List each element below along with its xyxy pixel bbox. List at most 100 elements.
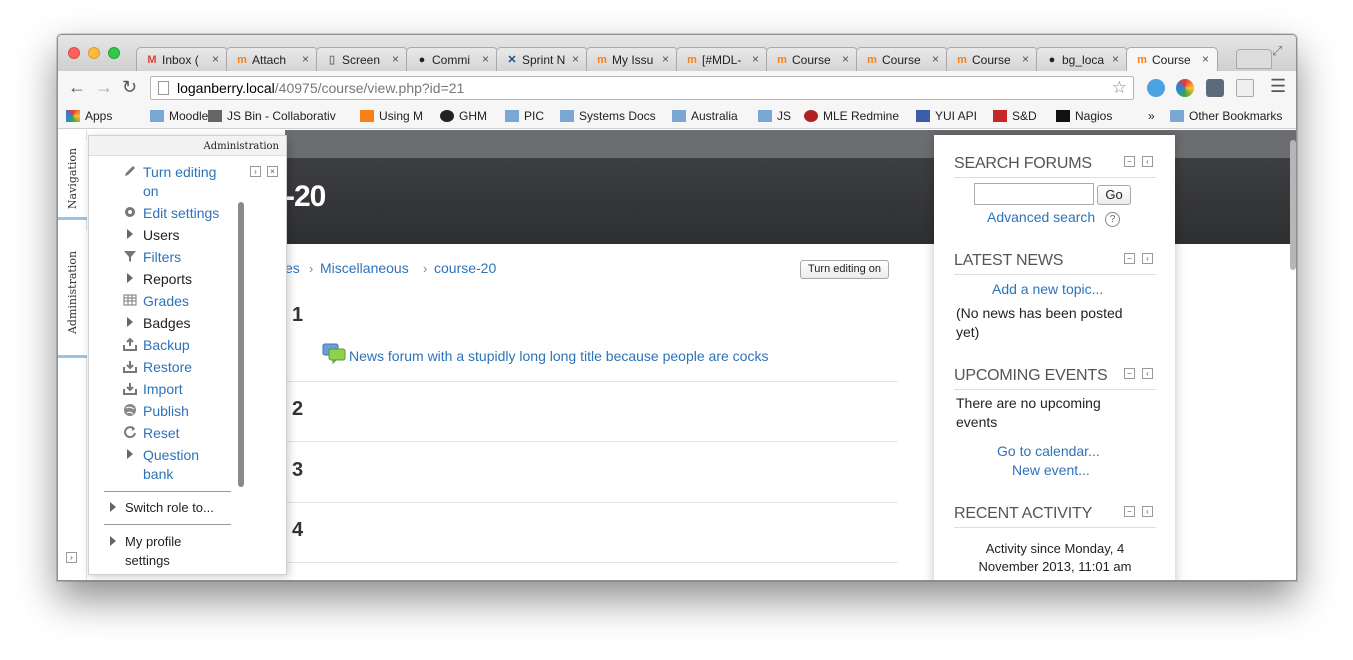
dock-tab-navigation[interactable]: Navigation — [58, 140, 87, 220]
users-node[interactable]: Users — [143, 227, 180, 243]
extension-camera-icon[interactable] — [1206, 79, 1224, 97]
undock-icon[interactable]: › — [250, 166, 261, 177]
go-to-calendar-link[interactable]: Go to calendar... — [997, 443, 1100, 459]
expand-arrow-icon[interactable] — [127, 273, 133, 283]
import-link[interactable]: Import — [143, 381, 183, 397]
breadcrumb-item[interactable]: es — [285, 260, 300, 276]
switch-role-node[interactable]: Switch role to... — [125, 500, 214, 515]
bookmark-star-icon[interactable]: ☆ — [1112, 77, 1127, 99]
browser-tab[interactable]: M Inbox (× — [136, 47, 228, 71]
bookmark-item[interactable]: JS Bin - Collaborativ — [208, 109, 336, 123]
close-tab-icon[interactable]: × — [842, 52, 849, 66]
bookmark-item[interactable]: Systems Docs — [560, 109, 656, 123]
extension-v-icon[interactable] — [1147, 79, 1165, 97]
news-forum-link[interactable]: News forum with a stupidly long long tit… — [349, 348, 768, 364]
browser-tab[interactable]: m My Issu × — [586, 47, 678, 71]
page-scrollbar[interactable] — [1290, 140, 1296, 270]
bookmark-item[interactable]: MLE Redmine — [804, 109, 899, 123]
bookmark-item[interactable]: JS — [758, 109, 791, 123]
grades-link[interactable]: Grades — [143, 293, 189, 309]
minimize-window-icon[interactable] — [88, 47, 100, 59]
reset-link[interactable]: Reset — [143, 425, 180, 441]
hide-block-icon[interactable]: − — [1124, 506, 1135, 517]
close-flyout-icon[interactable]: × — [267, 166, 278, 177]
browser-tab[interactable]: m Course × — [946, 47, 1038, 71]
dock-block-icon[interactable]: ‹ — [1142, 506, 1153, 517]
bookmarks-overflow[interactable]: » — [1148, 109, 1155, 123]
reports-node[interactable]: Reports — [143, 271, 192, 287]
bookmark-item[interactable]: Australia — [672, 109, 738, 123]
hide-block-icon[interactable]: − — [1124, 368, 1135, 379]
close-tab-icon[interactable]: × — [1022, 52, 1029, 66]
browser-tab[interactable]: m Course × — [1126, 47, 1218, 71]
browser-tab[interactable]: m Attach × — [226, 47, 318, 71]
back-button[interactable]: ← — [68, 77, 86, 98]
browser-tab[interactable]: m Course × — [766, 47, 858, 71]
hide-block-icon[interactable]: − — [1124, 156, 1135, 167]
close-tab-icon[interactable]: × — [1112, 52, 1119, 66]
forward-button[interactable]: → — [95, 77, 113, 98]
breadcrumb-item[interactable]: Miscellaneous — [320, 260, 409, 276]
close-tab-icon[interactable]: × — [752, 52, 759, 66]
expand-arrow-icon[interactable] — [110, 502, 116, 512]
new-event-link[interactable]: New event... — [1012, 462, 1090, 478]
add-new-topic-link[interactable]: Add a new topic... — [992, 281, 1103, 297]
address-bar[interactable]: loganberry.local/40975/course/view.php?i… — [150, 76, 1134, 100]
browser-tab[interactable]: ✕ Sprint N × — [496, 47, 588, 71]
dock-block-icon[interactable]: ‹ — [1142, 253, 1153, 264]
close-tab-icon[interactable]: × — [1202, 52, 1209, 66]
reload-button[interactable]: ↻ — [122, 77, 137, 98]
turn-editing-on-link[interactable]: Turn editing — [143, 164, 216, 180]
question-bank-link-2[interactable]: bank — [143, 466, 173, 482]
bookmark-item[interactable]: YUI API — [916, 109, 977, 123]
help-icon[interactable]: ? — [1105, 212, 1120, 227]
my-profile-settings-node-2[interactable]: settings — [125, 553, 170, 568]
backup-link[interactable]: Backup — [143, 337, 190, 353]
bookmark-item[interactable]: S&D — [993, 109, 1037, 123]
dock-tab-administration[interactable]: Administration — [58, 230, 87, 358]
other-bookmarks[interactable]: Other Bookmarks — [1170, 109, 1282, 123]
bookmark-item[interactable]: PIC — [505, 109, 544, 123]
close-tab-icon[interactable]: × — [392, 52, 399, 66]
browser-tab[interactable]: ● Commi × — [406, 47, 498, 71]
browser-tab[interactable]: ▯ Screen × — [316, 47, 408, 71]
badges-node[interactable]: Badges — [143, 315, 190, 331]
flyout-scrollbar[interactable] — [238, 202, 244, 487]
bookmark-item[interactable]: GHM — [440, 109, 487, 123]
zoom-window-icon[interactable] — [108, 47, 120, 59]
bookmark-item[interactable]: Apps — [66, 109, 112, 123]
close-tab-icon[interactable]: × — [212, 52, 219, 66]
browser-tab[interactable]: m [#MDL- × — [676, 47, 768, 71]
my-profile-settings-node[interactable]: My profile — [125, 534, 181, 549]
hide-block-icon[interactable]: − — [1124, 253, 1135, 264]
search-go-button[interactable]: Go — [1097, 185, 1131, 205]
filters-link[interactable]: Filters — [143, 249, 181, 265]
expand-arrow-icon[interactable] — [127, 449, 133, 459]
extension-color-icon[interactable] — [1176, 79, 1194, 97]
bookmark-item[interactable]: Nagios — [1056, 109, 1112, 123]
advanced-search-link[interactable]: Advanced search — [987, 209, 1095, 225]
browser-tab[interactable]: m Course × — [856, 47, 948, 71]
dock-block-icon[interactable]: ‹ — [1142, 368, 1153, 379]
extension-page-icon[interactable] — [1236, 79, 1254, 97]
expand-arrow-icon[interactable] — [127, 229, 133, 239]
expand-arrow-icon[interactable] — [110, 536, 116, 546]
dock-block-icon[interactable]: ‹ — [1142, 156, 1153, 167]
restore-link[interactable]: Restore — [143, 359, 192, 375]
close-tab-icon[interactable]: × — [662, 52, 669, 66]
publish-link[interactable]: Publish — [143, 403, 189, 419]
fullscreen-icon[interactable]: ⤢ — [1272, 43, 1282, 59]
undock-all-icon[interactable]: › — [66, 552, 77, 563]
close-tab-icon[interactable]: × — [932, 52, 939, 66]
close-tab-icon[interactable]: × — [302, 52, 309, 66]
menu-icon[interactable]: ☰ — [1270, 76, 1286, 97]
browser-tab[interactable]: ● bg_loca × — [1036, 47, 1128, 71]
breadcrumb-item-current[interactable]: course-20 — [434, 260, 496, 276]
edit-settings-link[interactable]: Edit settings — [143, 205, 219, 221]
new-tab-button[interactable] — [1236, 49, 1272, 69]
bookmark-item[interactable]: Moodle — [150, 109, 208, 123]
turn-editing-on-link-2[interactable]: on — [143, 183, 159, 199]
close-tab-icon[interactable]: × — [482, 52, 489, 66]
turn-editing-on-button[interactable]: Turn editing on — [800, 260, 889, 279]
expand-arrow-icon[interactable] — [127, 317, 133, 327]
